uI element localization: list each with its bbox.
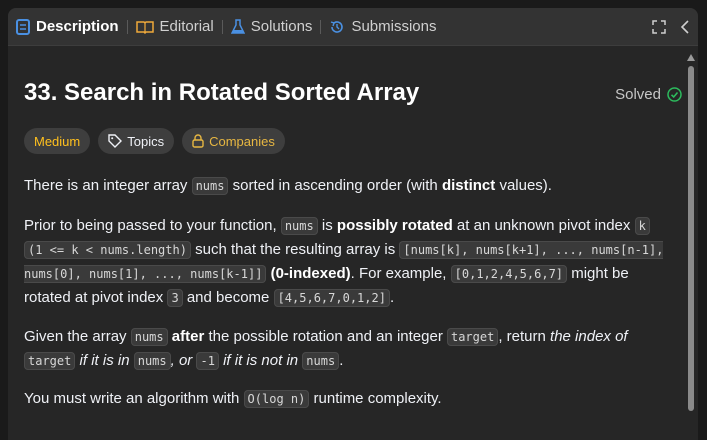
solved-label: Solved [615, 86, 661, 103]
tab-bar: Description Editorial Solutions Submissi… [8, 8, 698, 46]
companies-button[interactable]: Companies [182, 128, 285, 154]
bold-text: distinct [441, 177, 496, 194]
description-icon [16, 18, 30, 35]
topics-button[interactable]: Topics [98, 128, 175, 154]
text: You must write an algorithm with [24, 390, 244, 407]
solved-status: Solved [615, 86, 682, 103]
fullscreen-icon[interactable] [652, 19, 666, 34]
bold-text: after [171, 328, 205, 345]
scroll-up-icon[interactable] [687, 54, 695, 61]
tag-chips: Medium Topics Companies [24, 128, 285, 154]
text: . For example, [350, 265, 451, 282]
tab-label: Description [36, 18, 119, 35]
tab-description[interactable]: Description [8, 8, 127, 45]
flask-icon [230, 18, 245, 34]
lock-icon [192, 134, 204, 148]
description-paragraph-3: Given the array nums after the possible … [24, 325, 664, 373]
tab-submissions[interactable]: Submissions [321, 8, 444, 45]
topics-label: Topics [127, 133, 165, 149]
italic-text: if it is in [75, 352, 134, 369]
text: There is an integer array [24, 177, 192, 194]
chevron-left-icon[interactable] [680, 19, 690, 34]
inline-code: O(log n) [243, 390, 310, 408]
tab-label: Submissions [351, 18, 437, 35]
italic-text: if it is not in [218, 352, 303, 369]
text: Prior to being passed to your function, [24, 217, 281, 234]
text: . [389, 289, 395, 306]
text: . [339, 352, 344, 369]
bold-text: possibly rotated [336, 217, 453, 234]
tab-editorial[interactable]: Editorial [128, 8, 222, 45]
inline-code: (1 <= k < nums.length) [24, 241, 191, 259]
bold-text: (0-indexed) [270, 265, 351, 282]
inline-code: -1 [196, 352, 219, 370]
inline-code: nums [130, 328, 168, 346]
inline-code: nums [191, 177, 229, 195]
inline-code: nums [280, 217, 318, 235]
inline-code: target [446, 328, 499, 346]
text: values). [495, 177, 552, 194]
text: runtime complexity. [309, 390, 442, 407]
inline-code: 3 [167, 289, 183, 307]
inline-code: nums [133, 352, 171, 370]
text: such that the resulting array is [190, 241, 400, 258]
book-icon [135, 20, 154, 34]
text: the possible rotation and an integer [204, 328, 447, 345]
inline-code: [4,5,6,7,0,1,2] [273, 289, 390, 307]
inline-code: [0,1,2,4,5,6,7] [450, 265, 568, 283]
tag-icon [108, 134, 123, 148]
inline-code: target [24, 352, 76, 370]
text: is [317, 217, 337, 234]
italic-text: the index of [550, 328, 628, 345]
text: sorted in ascending order (with [228, 177, 442, 194]
companies-label: Companies [209, 133, 275, 149]
scrollbar-thumb[interactable] [688, 66, 694, 411]
text: Given the array [24, 328, 131, 345]
difficulty-badge: Medium [24, 128, 91, 154]
inline-code: nums [302, 352, 340, 370]
tab-solutions[interactable]: Solutions [223, 8, 321, 45]
history-icon [331, 20, 344, 33]
page-title: 33. Search in Rotated Sorted Array [24, 79, 420, 106]
tab-label: Solutions [250, 18, 313, 35]
tab-label: Editorial [159, 18, 214, 35]
description-paragraph-4: You must write an algorithm with O(log n… [24, 387, 664, 411]
italic-text: , or [170, 352, 197, 369]
text: at an unknown pivot index [452, 217, 635, 234]
problem-panel: Description Editorial Solutions Submissi… [8, 8, 698, 440]
check-circle-icon [667, 87, 682, 102]
description-paragraph-2: Prior to being passed to your function, … [24, 214, 664, 310]
difficulty-label: Medium [34, 133, 81, 149]
scrollbar[interactable] [687, 54, 695, 414]
text: and become [182, 289, 274, 306]
text: , return [498, 328, 551, 345]
description-paragraph-1: There is an integer array nums sorted in… [24, 174, 664, 198]
inline-code: k [634, 217, 650, 235]
